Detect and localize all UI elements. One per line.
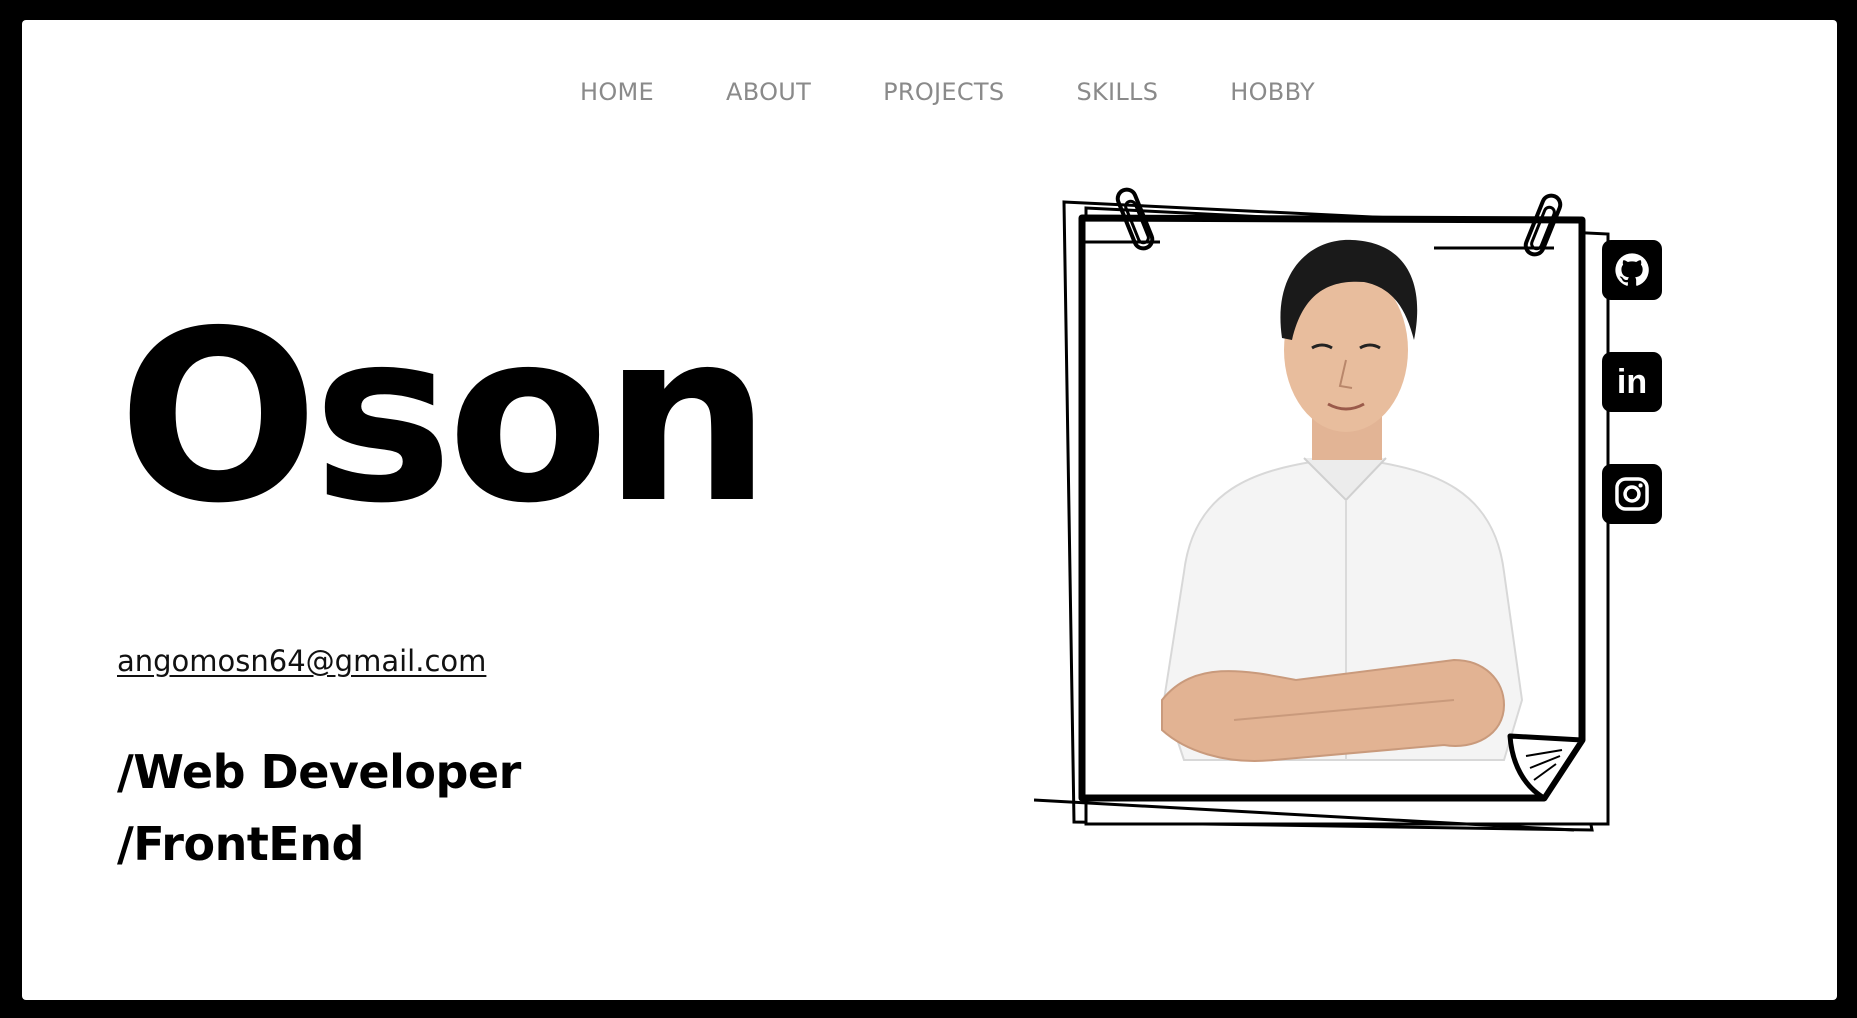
roles-block: /Web Developer /FrontEnd [117,736,521,880]
linkedin-glyph: in [1617,363,1647,401]
nav-item-hobby[interactable]: HOBBY [1230,78,1315,106]
top-nav: HOME ABOUT PROJECTS SKILLS HOBBY [22,78,1837,106]
nav-item-home[interactable]: HOME [580,78,654,106]
page-frame: HOME ABOUT PROJECTS SKILLS HOBBY Oson an… [22,20,1837,1000]
linkedin-icon: in [1617,363,1647,401]
instagram-icon [1615,477,1649,511]
role-web-developer: /Web Developer [117,745,521,799]
sketch-frame-drawing [1034,187,1610,832]
nav-item-projects[interactable]: PROJECTS [883,78,1004,106]
linkedin-button[interactable]: in [1602,352,1662,412]
github-button[interactable] [1602,240,1662,300]
role-frontend: /FrontEnd [117,817,364,871]
email-link[interactable]: angomosn64@gmail.com [117,644,486,678]
profile-photo-frame [1034,160,1614,840]
nav-item-skills[interactable]: SKILLS [1076,78,1158,106]
nav-list: HOME ABOUT PROJECTS SKILLS HOBBY [544,78,1351,106]
hero-name: Oson [118,280,771,555]
instagram-button[interactable] [1602,464,1662,524]
github-icon [1615,253,1649,286]
nav-item-about[interactable]: ABOUT [726,78,811,106]
social-links: in [1602,240,1662,576]
